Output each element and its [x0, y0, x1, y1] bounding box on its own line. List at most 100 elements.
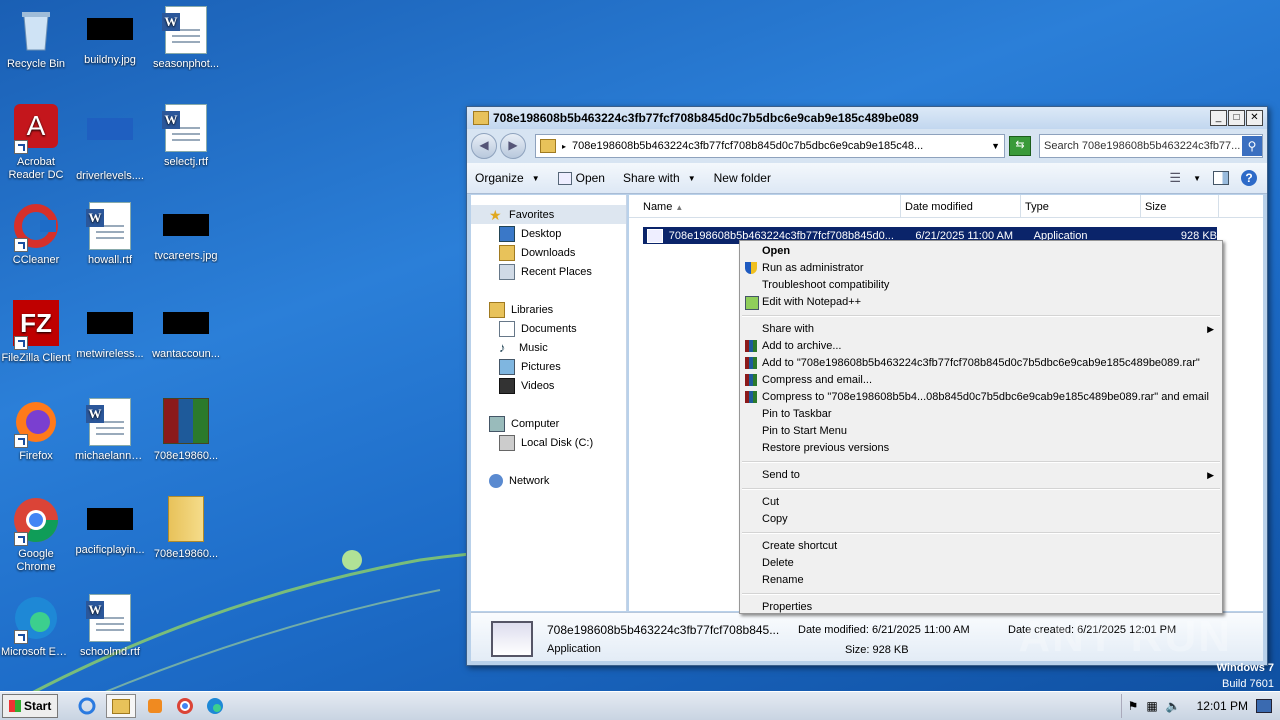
- navigation-pane: ★ Favorites Desktop Downloads Recent Plac…: [471, 195, 627, 611]
- close-button[interactable]: ✕: [1246, 110, 1263, 126]
- nav-favorites[interactable]: ★ Favorites: [471, 205, 626, 224]
- breadcrumb-arrow-icon[interactable]: ▸: [562, 142, 566, 151]
- preview-pane-icon[interactable]: [1213, 171, 1229, 185]
- build-label: Build 7601: [1222, 678, 1274, 690]
- menu-item-create-shortcut[interactable]: Create shortcut: [740, 538, 1222, 555]
- desktop-icon-driverlevels[interactable]: driverlevels....: [74, 104, 146, 183]
- edge-icon: [12, 594, 60, 644]
- menu-item-open[interactable]: Open: [740, 243, 1222, 260]
- nav-pictures[interactable]: Pictures: [471, 357, 626, 376]
- desktop-icon-chrome[interactable]: Google Chrome: [0, 496, 72, 574]
- menu-item-cut[interactable]: Cut: [740, 494, 1222, 511]
- open-button[interactable]: Open: [557, 171, 605, 185]
- search-input[interactable]: Search 708e198608b5b463224c3fb77...: [1040, 140, 1242, 152]
- acrobat-icon: A: [12, 104, 60, 154]
- network-tray-icon[interactable]: ▦: [1146, 699, 1157, 713]
- menu-item-add-to-rar[interactable]: Add to "708e198608b5b463224c3fb77fcf708b…: [740, 355, 1222, 372]
- column-date-modified[interactable]: Date modified: [901, 195, 1021, 217]
- explorer-taskbar-icon[interactable]: [106, 694, 137, 718]
- desktop-icon-acrobat[interactable]: A Acrobat Reader DC: [0, 104, 72, 182]
- menu-item-add-archive[interactable]: Add to archive...: [740, 338, 1222, 355]
- internet-explorer-icon[interactable]: [76, 695, 98, 717]
- desktop-icon-selectj[interactable]: W selectj.rtf: [150, 104, 222, 169]
- menu-item-copy[interactable]: Copy: [740, 511, 1222, 528]
- desktop-icon-metwireless[interactable]: metwireless...: [74, 300, 146, 361]
- maximize-button[interactable]: □: [1228, 110, 1245, 126]
- menu-item-run-as-admin[interactable]: Run as administrator: [740, 260, 1222, 277]
- nav-desktop[interactable]: Desktop: [471, 224, 626, 243]
- show-desktop-icon[interactable]: [1256, 699, 1272, 713]
- menu-item-compress-to-rar-email[interactable]: Compress to "708e198608b5b4...08b845d0c7…: [740, 389, 1222, 406]
- desktop-icon-firefox[interactable]: Firefox: [0, 398, 72, 463]
- nav-downloads[interactable]: Downloads: [471, 243, 626, 262]
- star-icon: ★: [489, 206, 502, 223]
- desktop-icon-folder[interactable]: 708e19860...: [150, 496, 222, 561]
- desktop-icon-edge[interactable]: Microsoft Edge: [0, 594, 72, 659]
- menu-item-troubleshoot[interactable]: Troubleshoot compatibility: [740, 277, 1222, 294]
- nav-libraries[interactable]: Libraries: [471, 300, 626, 319]
- address-dropdown-icon[interactable]: ▼: [991, 141, 1000, 151]
- file-icon: [86, 118, 134, 166]
- view-options-icon[interactable]: ☰: [1169, 170, 1181, 186]
- column-type[interactable]: Type: [1021, 195, 1141, 217]
- image-thumbnail: [163, 214, 209, 236]
- menu-item-rename[interactable]: Rename: [740, 572, 1222, 589]
- media-player-icon[interactable]: [144, 695, 166, 717]
- nav-videos[interactable]: Videos: [471, 376, 626, 395]
- column-size[interactable]: Size: [1141, 195, 1219, 217]
- menu-item-edit-notepad[interactable]: Edit with Notepad++: [740, 294, 1222, 311]
- menu-item-pin-taskbar[interactable]: Pin to Taskbar: [740, 406, 1222, 423]
- column-name[interactable]: Name ▲: [629, 195, 901, 217]
- videos-icon: [499, 377, 515, 394]
- menu-item-compress-email[interactable]: Compress and email...: [740, 372, 1222, 389]
- share-with-button[interactable]: Share with ▼: [623, 171, 696, 185]
- edge-taskbar-icon[interactable]: [204, 695, 226, 717]
- desktop-icon-michaelanno[interactable]: W michaelanno...: [74, 398, 146, 463]
- new-folder-button[interactable]: New folder: [714, 171, 771, 185]
- nav-documents[interactable]: Documents: [471, 319, 626, 338]
- help-icon[interactable]: ?: [1241, 170, 1257, 186]
- dropdown-arrow-icon: ▼: [531, 173, 540, 183]
- desktop-icon-howall[interactable]: W howall.rtf: [74, 202, 146, 267]
- desktop-icon-filezilla[interactable]: FZ FileZilla Client: [0, 300, 72, 365]
- view-dropdown-icon[interactable]: ▼: [1193, 174, 1201, 183]
- menu-item-send-to[interactable]: Send to ▶: [740, 467, 1222, 484]
- refresh-button[interactable]: ⇆: [1009, 136, 1031, 156]
- libraries-icon: [489, 301, 505, 318]
- minimize-button[interactable]: _: [1210, 110, 1227, 126]
- menu-item-pin-start[interactable]: Pin to Start Menu: [740, 423, 1222, 440]
- address-bar[interactable]: ▸ 708e198608b5b463224c3fb77fcf708b845d0c…: [535, 134, 1005, 158]
- desktop-icon-ccleaner[interactable]: CCleaner: [0, 202, 72, 267]
- desktop-icon-pacificplayin[interactable]: pacificplayin...: [74, 496, 146, 557]
- menu-item-restore-versions[interactable]: Restore previous versions: [740, 440, 1222, 457]
- clock[interactable]: 12:01 PM: [1197, 699, 1248, 713]
- anyrun-watermark: ANY RUN: [1018, 612, 1232, 661]
- action-center-flag-icon[interactable]: ⚑: [1128, 699, 1139, 713]
- nav-music[interactable]: ♪ Music: [471, 338, 626, 357]
- start-button[interactable]: Start: [2, 694, 59, 718]
- address-row: ◀ ▶ ▸ 708e198608b5b463224c3fb77fcf708b84…: [467, 129, 1267, 163]
- forward-button[interactable]: ▶: [500, 133, 526, 159]
- desktop-icon-recycle-bin[interactable]: Recycle Bin: [0, 6, 72, 71]
- desktop-icon-rar-archive[interactable]: 708e19860...: [150, 398, 222, 463]
- back-button[interactable]: ◀: [471, 133, 497, 159]
- nav-local-disk[interactable]: Local Disk (C:): [471, 433, 626, 452]
- nav-computer[interactable]: Computer: [471, 414, 626, 433]
- desktop-icon-schoolmd[interactable]: W schoolmd.rtf: [74, 594, 146, 659]
- search-icon[interactable]: ⚲: [1242, 136, 1262, 156]
- firefox-icon: [12, 398, 60, 448]
- desktop-icon-buildny[interactable]: buildny.jpg: [74, 6, 146, 67]
- menu-item-delete[interactable]: Delete: [740, 555, 1222, 572]
- search-box[interactable]: Search 708e198608b5b463224c3fb77... ⚲: [1039, 134, 1263, 158]
- nav-recent-places[interactable]: Recent Places: [471, 262, 626, 281]
- chrome-icon: [12, 496, 60, 546]
- title-bar[interactable]: 708e198608b5b463224c3fb77fcf708b845d0c7b…: [467, 107, 1267, 129]
- desktop-icon-seasonphot[interactable]: W seasonphot...: [150, 6, 222, 71]
- desktop-icon-tvcareers[interactable]: tvcareers.jpg: [150, 202, 222, 263]
- desktop-icon-wantaccoun[interactable]: wantaccoun...: [150, 300, 222, 361]
- nav-network[interactable]: Network: [471, 471, 626, 490]
- organize-button[interactable]: Organize ▼: [475, 171, 540, 185]
- menu-item-share-with[interactable]: Share with ▶: [740, 321, 1222, 338]
- chrome-taskbar-icon[interactable]: [174, 695, 196, 717]
- volume-icon[interactable]: 🔈: [1166, 699, 1181, 713]
